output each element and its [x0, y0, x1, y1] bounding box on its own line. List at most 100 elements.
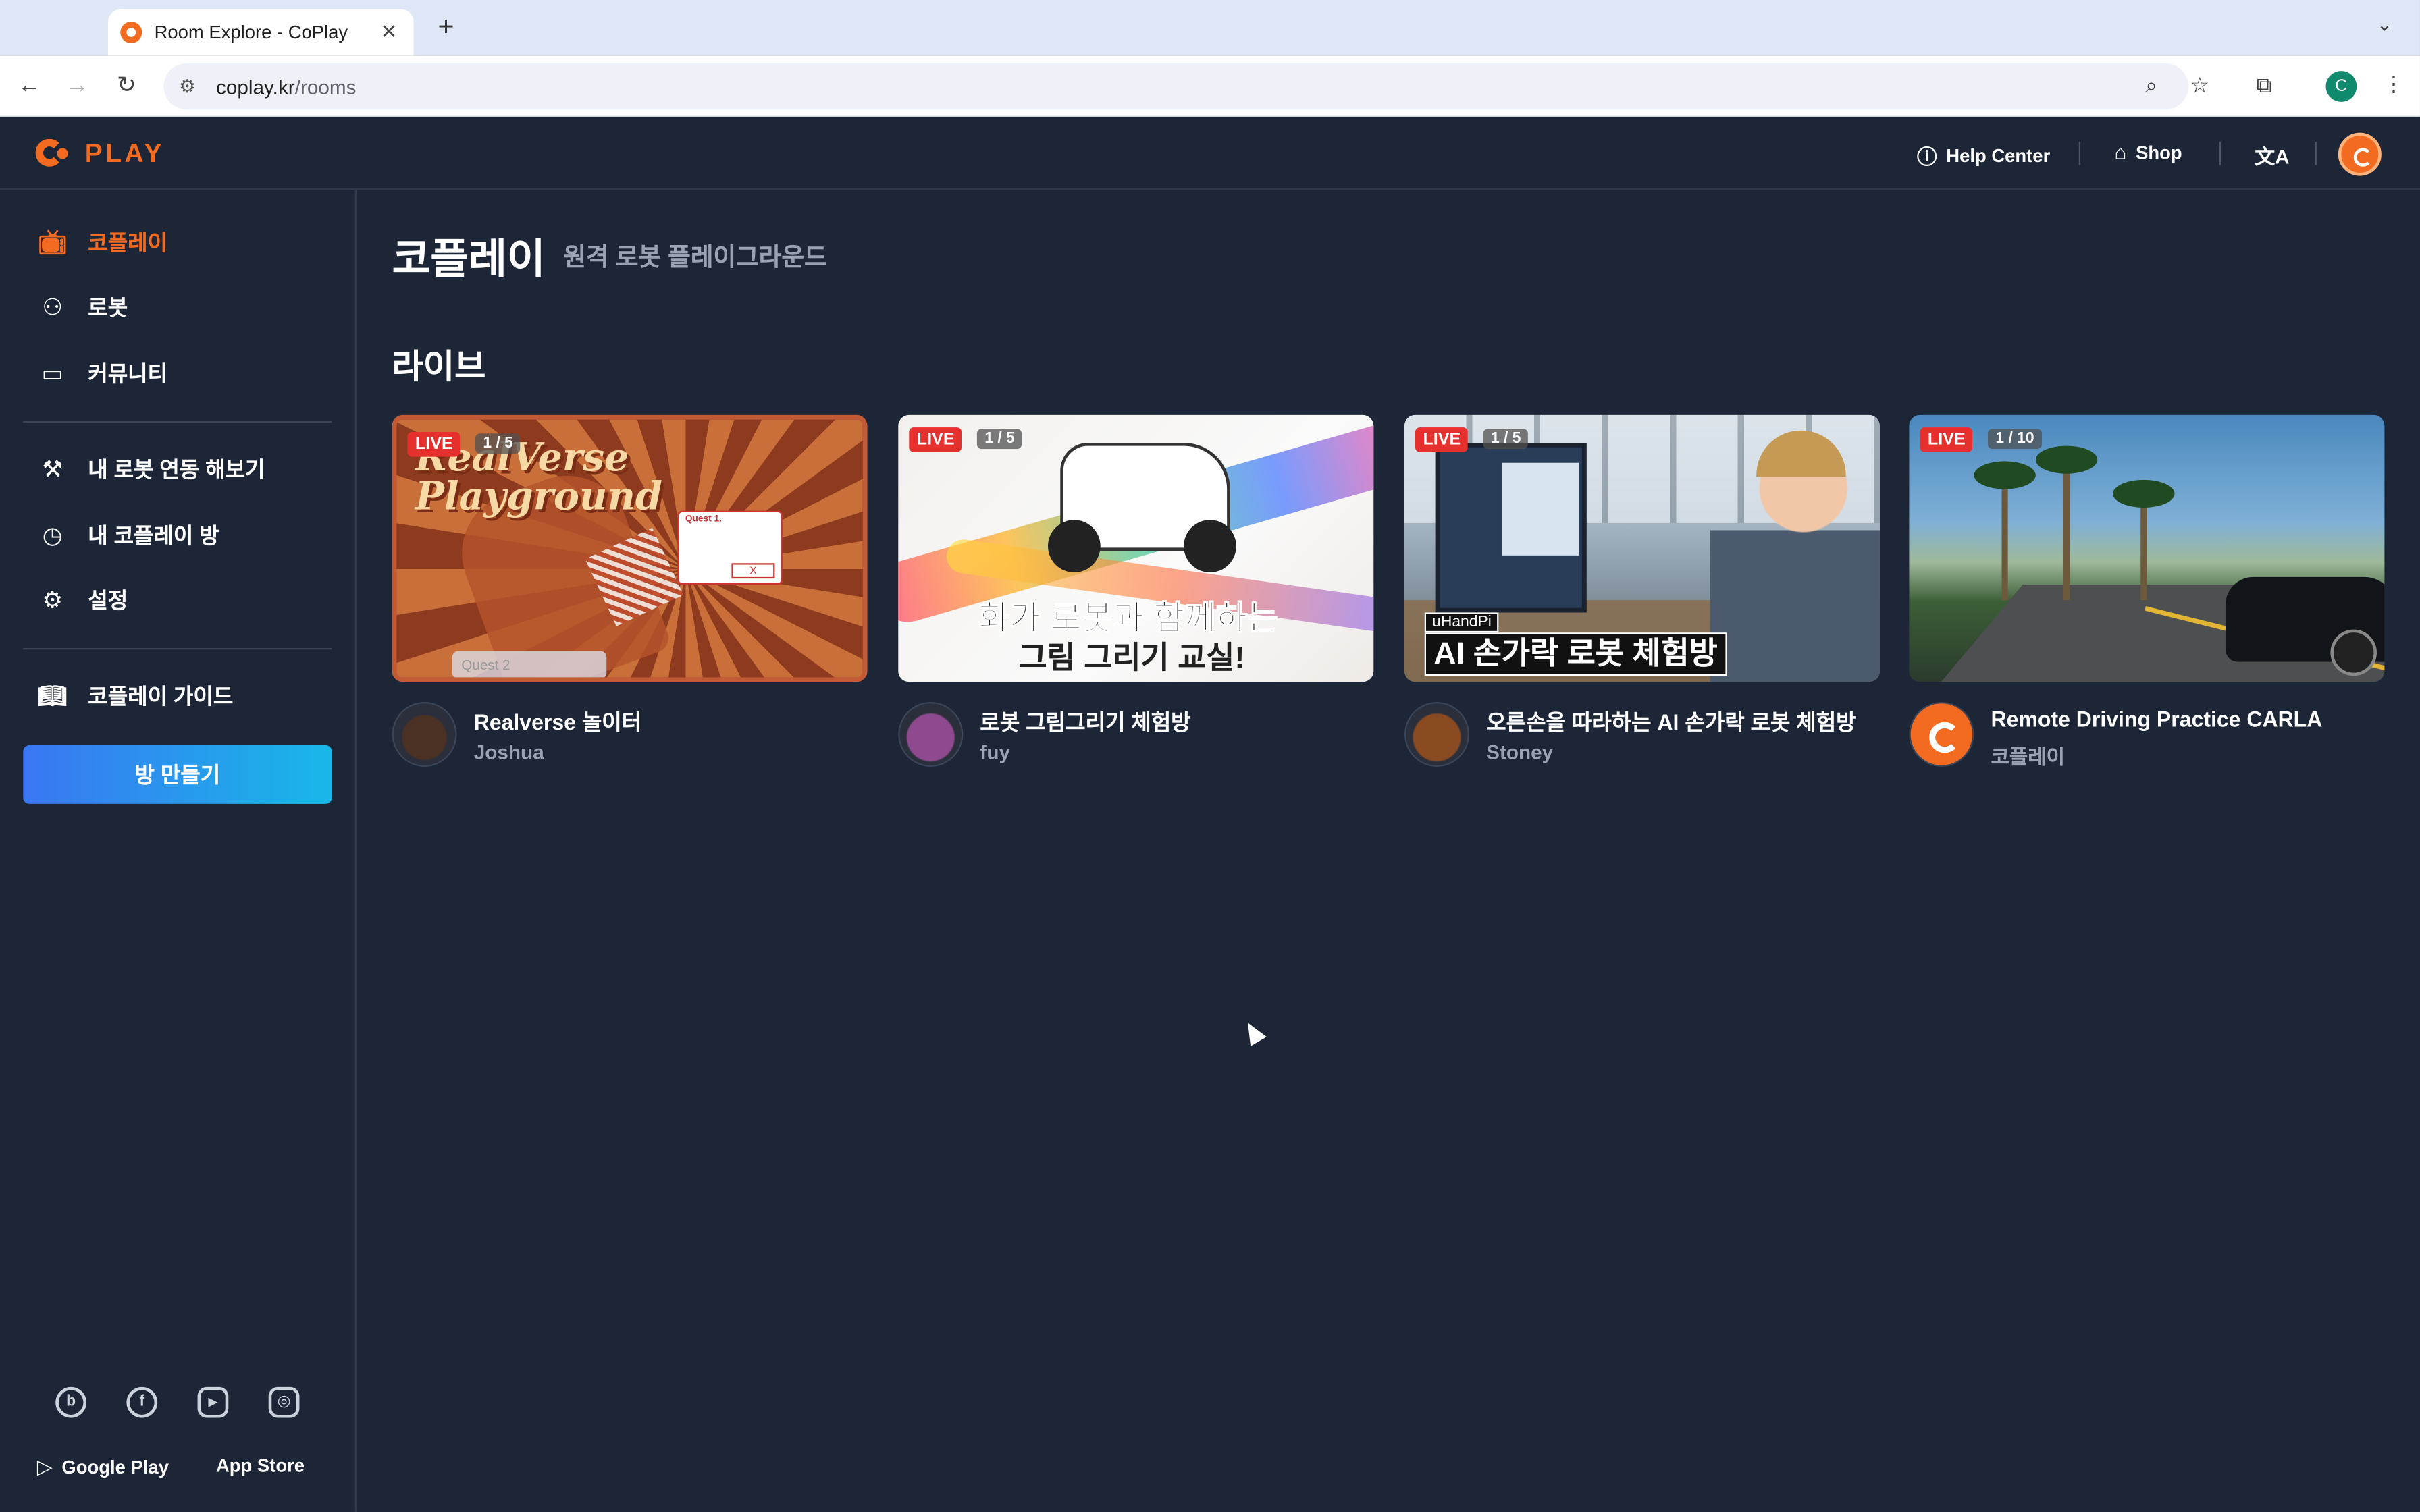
room-title[interactable]: Realverse 놀이터	[474, 707, 641, 738]
participant-count-badge: 1 / 10	[1987, 429, 2043, 450]
page-title: 코플레이	[392, 236, 546, 283]
youtube-icon[interactable]: ▶	[197, 1386, 229, 1418]
tools-icon: ⚒	[42, 456, 63, 483]
book-icon: 📖︎	[37, 683, 68, 710]
new-tab-button[interactable]: +	[432, 11, 460, 43]
coplay-favicon-icon	[120, 21, 142, 43]
robot-icon: ⚇	[42, 294, 63, 321]
google-play-link[interactable]: ▷ Google Play	[37, 1455, 169, 1480]
blog-icon[interactable]: b	[55, 1386, 86, 1418]
room-owner[interactable]: Joshua	[474, 740, 544, 763]
create-room-button[interactable]: 방 만들기	[23, 745, 332, 804]
room-info: 로봇 그림그리기 체험방 fuy	[898, 682, 1373, 774]
browser-profile-avatar[interactable]: C	[2325, 71, 2357, 102]
sidebar-divider	[23, 421, 332, 423]
sidebar-item-label: 코플레이 가이드	[88, 683, 234, 709]
room-title[interactable]: Remote Driving Practice CARLA	[1991, 707, 2323, 732]
room-thumbnail[interactable]: uHandPi AI 손가락 로봇 체험방 LIVE 1 / 5	[1404, 414, 1880, 682]
logo-mark-icon	[35, 138, 70, 170]
google-play-label: Google Play	[61, 1456, 169, 1478]
facebook-icon[interactable]: f	[126, 1386, 158, 1418]
app-store-label: App Store	[215, 1455, 305, 1477]
car-illustration	[2225, 576, 2385, 676]
palm-tree-illustration	[2001, 477, 2008, 601]
room-owner[interactable]: Stoney	[1486, 740, 1553, 763]
monitor-illustration	[1435, 442, 1587, 613]
room-info: Remote Driving Practice CARLA 코플레이	[1909, 682, 2384, 774]
url-domain: coplay.kr	[215, 74, 295, 99]
owner-avatar[interactable]	[392, 701, 457, 767]
live-badge: LIVE	[909, 427, 963, 452]
question-circle-icon: ⓘ	[1916, 144, 1937, 169]
owner-avatar[interactable]	[1404, 701, 1469, 767]
play-circle-icon: ◷	[42, 522, 63, 549]
tab-close-icon[interactable]: ✕	[377, 20, 402, 45]
thumbnail-label-small: uHandPi	[1424, 612, 1500, 633]
live-badge: LIVE	[407, 431, 461, 457]
tab-title: Room Explore - CoPlay	[154, 21, 348, 43]
rc-car-illustration	[1047, 442, 1236, 572]
google-play-icon: ▷	[36, 1455, 53, 1478]
coplay-logo[interactable]: PLAY	[35, 138, 165, 170]
sidebar: 📺︎ 코플레이 ⚇ 로봇 ▭ 커뮤니티 ⚒ 내 로봇 연동 해보기 ◷ 내 코플…	[0, 190, 357, 1512]
reload-icon[interactable]: ↻	[109, 70, 143, 103]
sidebar-item-my-rooms[interactable]: ◷ 내 코플레이 방	[37, 520, 219, 551]
app-store-link[interactable]: App Store	[207, 1455, 305, 1476]
section-title-live: 라이브	[392, 347, 486, 386]
sidebar-item-settings[interactable]: ⚙ 설정	[37, 585, 128, 616]
room-thumbnail[interactable]: LIVE 1 / 10	[1909, 414, 2385, 682]
room-card[interactable]: LIVE 1 / 10 Remote Driving Practice CARL…	[1909, 414, 2385, 775]
site-info-icon[interactable]: ⚙	[179, 76, 201, 97]
owner-avatar[interactable]	[1909, 701, 1974, 767]
gear-icon: ⚙	[42, 587, 63, 614]
zoom-icon[interactable]: ⌕	[2145, 72, 2157, 99]
boy-illustration	[1710, 430, 1880, 682]
sidebar-item-label: 내 코플레이 방	[88, 522, 219, 548]
room-info: 오른손을 따라하는 AI 손가락 로봇 체험방 Stoney	[1404, 682, 1880, 774]
room-thumbnail[interactable]: RealVerse Playground Quest 1. X Quest 2 L…	[392, 414, 868, 682]
sidebar-divider	[23, 647, 332, 650]
translate-icon[interactable]: 文A	[2255, 140, 2289, 169]
back-icon[interactable]: ←	[12, 70, 46, 103]
bookmark-star-icon[interactable]: ☆	[2190, 72, 2209, 99]
extensions-icon[interactable]: ⧉	[2257, 72, 2272, 99]
thumbnail-text-line-2: 그림 그리기 교실!	[1018, 641, 1245, 676]
header-divider	[2078, 142, 2081, 165]
user-avatar[interactable]	[2338, 132, 2382, 176]
sidebar-item-label: 로봇	[88, 294, 128, 320]
sidebar-item-community[interactable]: ▭ 커뮤니티	[37, 358, 167, 389]
room-title[interactable]: 로봇 그림그리기 체험방	[980, 707, 1190, 738]
room-card[interactable]: uHandPi AI 손가락 로봇 체험방 LIVE 1 / 5 오른손을 따라…	[1404, 414, 1880, 775]
room-card[interactable]: RealVerse Playground Quest 1. X Quest 2 L…	[392, 414, 868, 775]
tv-icon: 📺︎	[37, 230, 68, 256]
sidebar-item-guide[interactable]: 📖︎ 코플레이 가이드	[37, 680, 233, 711]
sidebar-item-robot[interactable]: ⚇ 로봇	[37, 292, 128, 323]
participant-count-badge: 1 / 5	[475, 433, 521, 454]
room-owner[interactable]: 코플레이	[1991, 740, 2065, 770]
mouse-cursor-icon	[1240, 1018, 1267, 1046]
sidebar-item-label: 커뮤니티	[88, 360, 168, 386]
tab-search-icon[interactable]: ⌄	[2377, 14, 2392, 36]
browser-toolbar: ← → ↻ ⚙ coplay.kr/rooms ⌕ ☆ ⧉ C ⋮	[0, 55, 2420, 117]
chat-icon: ▭	[41, 360, 63, 387]
sidebar-item-connect-robot[interactable]: ⚒ 내 로봇 연동 해보기	[37, 454, 265, 485]
address-bar[interactable]: ⚙ coplay.kr/rooms	[163, 63, 2189, 110]
palm-tree-illustration	[2140, 492, 2147, 601]
page-subtitle: 원격 로봇 플레이그라운드	[563, 245, 827, 272]
browser-menu-icon[interactable]: ⋮	[2383, 71, 2404, 97]
instagram-icon[interactable]: ◎	[268, 1386, 300, 1418]
help-center-link[interactable]: ⓘ Help Center	[1917, 140, 2050, 169]
shop-label: Shop	[2136, 141, 2182, 163]
forward-icon[interactable]: →	[60, 70, 94, 103]
room-card[interactable]: 화가 로봇과 함께하는 그림 그리기 교실! LIVE 1 / 5 로봇 그림그…	[898, 414, 1374, 775]
owner-avatar[interactable]	[898, 701, 964, 767]
sidebar-item-coplay[interactable]: 📺︎ 코플레이	[37, 227, 167, 258]
shop-link[interactable]: ⌂ Shop	[2114, 140, 2182, 163]
room-owner[interactable]: fuy	[980, 740, 1010, 763]
room-thumbnail[interactable]: 화가 로봇과 함께하는 그림 그리기 교실! LIVE 1 / 5	[898, 414, 1374, 682]
thumbnail-label-large: AI 손가락 로봇 체험방	[1424, 632, 1727, 676]
browser-tab[interactable]: Room Explore - CoPlay ✕	[107, 9, 414, 56]
sidebar-item-label: 설정	[88, 587, 128, 613]
live-badge: LIVE	[1415, 427, 1469, 452]
room-title[interactable]: 오른손을 따라하는 AI 손가락 로봇 체험방	[1486, 707, 1856, 738]
